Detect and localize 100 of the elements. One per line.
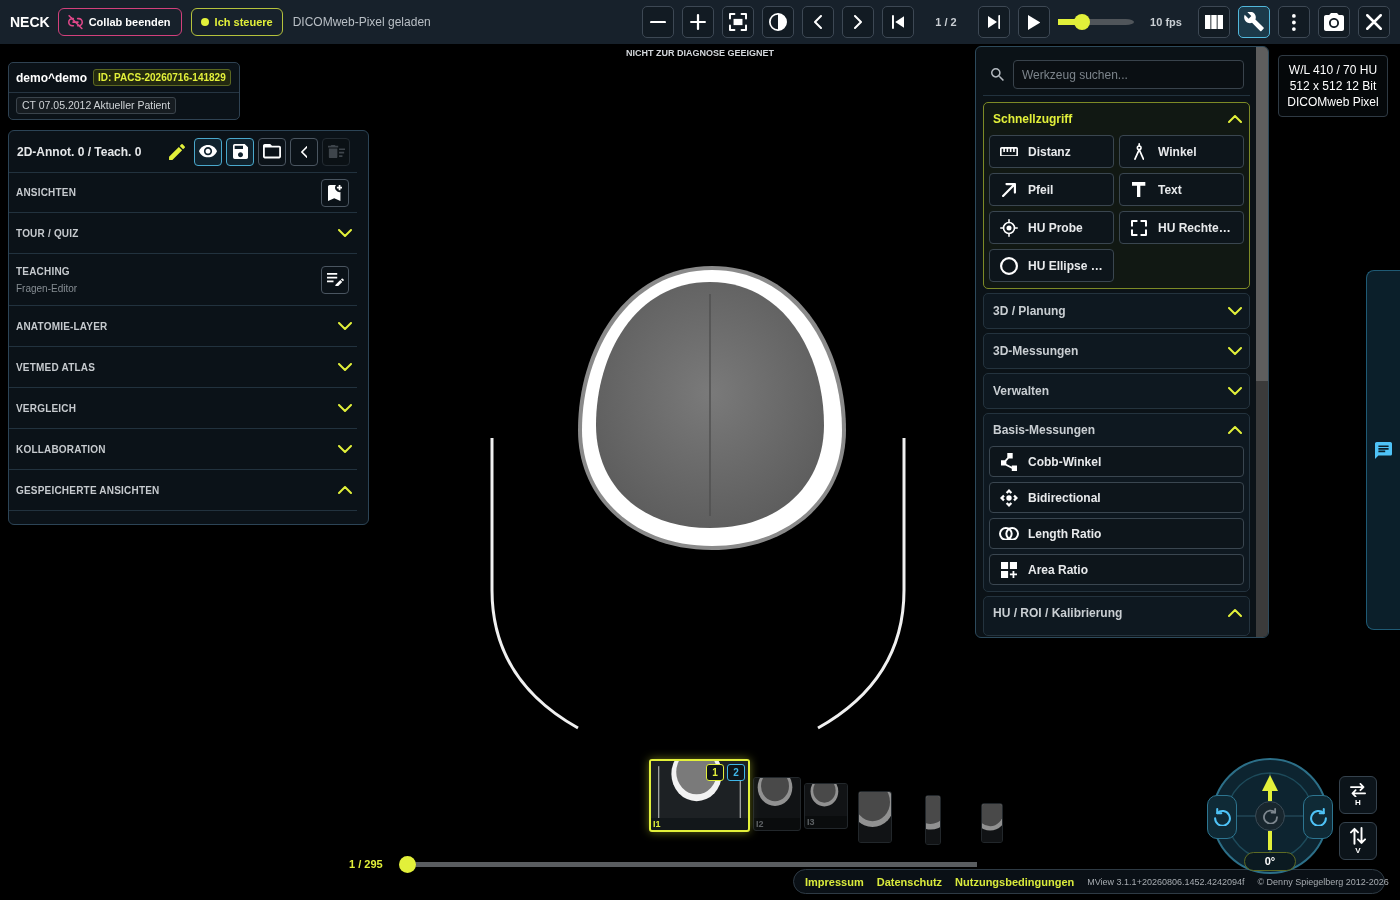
tool-button[interactable]: Cobb-Winkel bbox=[989, 446, 1244, 477]
fit-to-screen-button[interactable] bbox=[722, 6, 754, 38]
wrench-icon bbox=[1244, 12, 1264, 32]
image-info-line: 512 x 512 12 Bit bbox=[1289, 78, 1377, 94]
pencil-icon bbox=[169, 143, 185, 160]
section-header[interactable]: ANATOMIE-LAYER bbox=[9, 306, 357, 347]
screenshot-button[interactable] bbox=[1318, 6, 1350, 38]
section-header[interactable]: GESPEICHERTE ANSICHTEN bbox=[9, 470, 357, 511]
flip-horizontal-button[interactable]: H bbox=[1339, 776, 1377, 814]
tool-button[interactable]: Distanz bbox=[989, 135, 1114, 168]
status-text: DICOMweb-Pixel geladen bbox=[292, 14, 431, 31]
annotation-count: 2D-Annot. 0 / Teach. 0 bbox=[17, 143, 142, 161]
tool-group-header[interactable]: HU / ROI / Kalibrierung bbox=[989, 597, 1244, 629]
previous-button[interactable] bbox=[802, 6, 834, 38]
layout-button[interactable] bbox=[1198, 6, 1230, 38]
chat-icon bbox=[1375, 441, 1392, 459]
chevron-right-icon bbox=[854, 15, 862, 29]
footer-link[interactable]: Nutzungsbedingungen bbox=[955, 875, 1075, 888]
collapse-button[interactable] bbox=[290, 137, 318, 166]
visibility-button[interactable] bbox=[194, 137, 222, 166]
ruler-icon bbox=[1000, 146, 1018, 157]
tool-button[interactable]: Winkel bbox=[1119, 135, 1244, 168]
flip-vertical-button[interactable]: V bbox=[1339, 822, 1377, 860]
overlapping-circles-icon bbox=[999, 526, 1019, 541]
tool-button[interactable]: Area Ratio bbox=[989, 554, 1244, 585]
scan-preview-drawing bbox=[859, 792, 891, 842]
tool-button[interactable]: HU Ellipse … bbox=[989, 249, 1114, 282]
tool-button[interactable]: Text bbox=[1119, 173, 1244, 206]
tool-group-header[interactable]: 3D / Planung bbox=[989, 294, 1244, 328]
section-header[interactable]: KOLLABORATION bbox=[9, 429, 357, 470]
tool-button[interactable]: Pfeil bbox=[989, 173, 1114, 206]
skip-back-icon bbox=[891, 15, 905, 29]
footer-link[interactable]: Datenschutz bbox=[876, 875, 943, 888]
view-title: NECK bbox=[10, 12, 50, 32]
scan-preview-drawing bbox=[754, 778, 800, 818]
control-status-button[interactable]: Ich steuere bbox=[190, 8, 283, 36]
section-header[interactable]: VERGLEICH bbox=[9, 388, 357, 429]
dashed-frame-icon bbox=[1131, 219, 1147, 236]
vertical-dots-icon bbox=[1292, 13, 1296, 31]
rotate-right-icon bbox=[1309, 807, 1327, 827]
save-button[interactable] bbox=[226, 137, 254, 166]
rotation-angle: 0° bbox=[1244, 852, 1296, 871]
patient-id-badge: ID: PACS-20260716-141829 bbox=[93, 69, 231, 86]
tool-group-header[interactable]: Verwalten bbox=[989, 374, 1244, 408]
thumbnail[interactable] bbox=[981, 803, 1003, 843]
close-button[interactable] bbox=[1358, 6, 1390, 38]
copyright-text: © Denny Spiegelberg 2012-2026 bbox=[1257, 875, 1389, 888]
thumbnail[interactable]: I1 1 2 bbox=[649, 759, 750, 832]
version-text: MView 3.1.1+20260806.1452.4242094f bbox=[1087, 875, 1245, 888]
frame-corners-icon bbox=[729, 13, 747, 31]
zoom-in-button[interactable] bbox=[682, 6, 714, 38]
thumbnail-badge: 2 bbox=[727, 764, 745, 781]
tool-group-header[interactable]: Schnellzugriff bbox=[989, 103, 1244, 135]
tools-button[interactable] bbox=[1238, 6, 1270, 38]
tool-group-header[interactable]: Basis-Messungen bbox=[989, 414, 1244, 446]
first-frame-button[interactable] bbox=[882, 6, 914, 38]
plus-icon bbox=[690, 14, 706, 30]
tool-button[interactable]: Length Ratio bbox=[989, 518, 1244, 549]
thumbnail[interactable] bbox=[858, 791, 892, 843]
frame-counter: 1 / 2 bbox=[934, 14, 958, 30]
rotate-icon bbox=[1262, 807, 1278, 825]
open-folder-button[interactable] bbox=[258, 137, 286, 166]
zoom-out-button[interactable] bbox=[642, 6, 674, 38]
tool-button[interactable]: HU Probe bbox=[989, 211, 1114, 244]
footer-link[interactable]: Impressum bbox=[805, 875, 864, 888]
tool-button[interactable]: HU Rechte… bbox=[1119, 211, 1244, 244]
next-button[interactable] bbox=[842, 6, 874, 38]
patient-name: demo^demo bbox=[16, 69, 87, 87]
edit-notes-button[interactable] bbox=[321, 265, 349, 294]
section-title: TEACHING bbox=[16, 264, 71, 279]
thumbnail[interactable] bbox=[925, 795, 941, 845]
chevron-left-icon bbox=[814, 15, 822, 29]
search-icon bbox=[991, 68, 1004, 81]
minus-icon bbox=[650, 20, 666, 24]
polyline-icon bbox=[1000, 452, 1018, 471]
camera-icon bbox=[1324, 13, 1344, 31]
tool-button[interactable]: Bidirectional bbox=[989, 482, 1244, 513]
rotate-right-button[interactable] bbox=[1303, 795, 1333, 839]
play-button[interactable] bbox=[1018, 6, 1050, 38]
scrollbar-thumb[interactable] bbox=[1256, 47, 1268, 381]
tool-search-field[interactable]: Werkzeug suchen... bbox=[1013, 60, 1244, 89]
disclaimer-label: NICHT ZUR DIAGNOSE GEEIGNET bbox=[626, 47, 774, 60]
contrast-icon bbox=[769, 13, 787, 31]
tool-group-header[interactable]: 3D-Messungen bbox=[989, 334, 1244, 368]
slider-thumb[interactable] bbox=[398, 856, 416, 873]
study-chip: CT 07.05.2012 Aktueller Patient bbox=[16, 97, 177, 114]
edit-button[interactable] bbox=[169, 143, 185, 160]
end-collab-button[interactable]: Collab beenden bbox=[57, 8, 182, 36]
section-header[interactable]: TOUR / QUIZ bbox=[9, 213, 357, 254]
section-header[interactable]: VETMED ATLAS bbox=[9, 347, 357, 388]
circle-icon bbox=[1000, 256, 1018, 275]
orientation-arrow-icon bbox=[1262, 775, 1278, 852]
image-info-line: DICOMweb Pixel bbox=[1287, 94, 1379, 110]
more-button[interactable] bbox=[1278, 6, 1310, 38]
crosshair-icon bbox=[1000, 218, 1018, 237]
last-frame-button[interactable] bbox=[978, 6, 1010, 38]
section-title: ANSICHTEN bbox=[16, 186, 77, 200]
add-bookmark-button[interactable] bbox=[321, 178, 349, 207]
rotate-left-button[interactable] bbox=[1207, 795, 1237, 839]
contrast-button[interactable] bbox=[762, 6, 794, 38]
